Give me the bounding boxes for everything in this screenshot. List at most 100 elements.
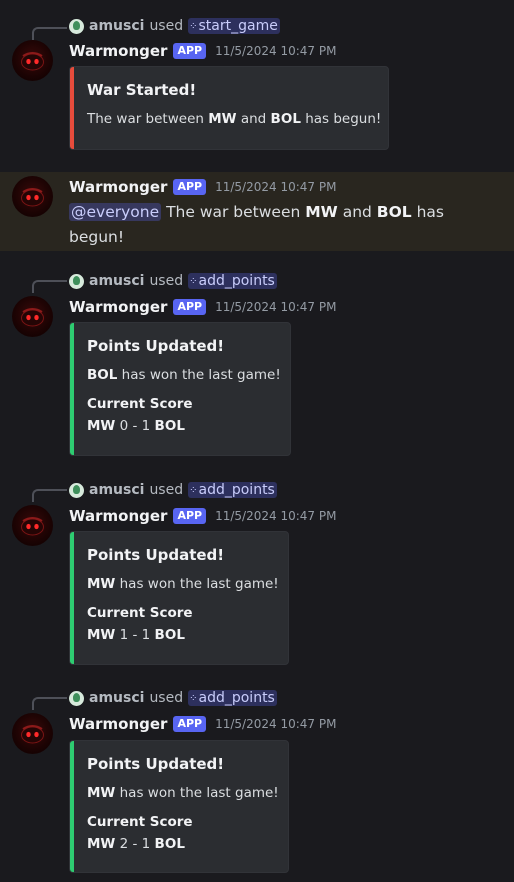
bot-avatar[interactable] <box>12 505 53 546</box>
invoker-name[interactable]: amusci <box>89 18 144 34</box>
embed-color-bar <box>70 323 74 455</box>
field-name: Current Score <box>87 605 193 621</box>
invoker-name[interactable]: amusci <box>89 482 144 498</box>
message-header: Warmonger APP 11/5/2024 10:47 PM <box>69 714 336 734</box>
embed-color-bar <box>70 532 74 664</box>
author-name[interactable]: Warmonger <box>69 507 167 525</box>
score-value: MW 1 - 1 BOL <box>87 627 185 643</box>
user-avatar-small[interactable] <box>69 690 84 706</box>
command-chip[interactable]: ⁘ start_game <box>188 18 280 34</box>
winner-text: has won the last game! <box>115 785 279 801</box>
score-team-b: BOL <box>154 418 185 434</box>
message-header: Warmonger APP 11/5/2024 10:47 PM <box>69 177 336 197</box>
timestamp[interactable]: 11/5/2024 10:47 PM <box>215 300 336 314</box>
score-team-a: MW <box>87 418 116 434</box>
score-text: 0 - 1 <box>115 418 155 434</box>
slash-command-icon: ⁘ <box>189 484 197 496</box>
used-label: used <box>149 18 184 34</box>
app-badge: APP <box>173 43 207 59</box>
author-name[interactable]: Warmonger <box>69 715 167 733</box>
user-avatar-small[interactable] <box>69 482 84 498</box>
bot-face-icon <box>21 52 44 71</box>
message-content: @everyone The war between MW and BOL has… <box>69 200 499 250</box>
score-team-b: BOL <box>154 627 185 643</box>
message-points-updated: amusci used ⁘ add_points Warmonger APP 11… <box>0 263 514 463</box>
text-mid: and <box>337 203 377 221</box>
bot-face-icon <box>21 308 44 327</box>
embed-color-bar <box>70 741 74 872</box>
user-avatar-small[interactable] <box>69 18 84 34</box>
team-a: MW <box>208 111 237 127</box>
command-reply[interactable]: amusci used ⁘ add_points <box>69 481 277 499</box>
field-name: Current Score <box>87 814 193 830</box>
winner-team: MW <box>87 576 116 592</box>
embed-color-bar <box>70 67 74 149</box>
slash-command-icon: ⁘ <box>189 692 197 704</box>
author-name[interactable]: Warmonger <box>69 42 167 60</box>
score-team-a: MW <box>87 836 116 852</box>
command-name: add_points <box>198 482 275 498</box>
bot-avatar[interactable] <box>12 40 53 81</box>
timestamp[interactable]: 11/5/2024 10:47 PM <box>215 180 336 194</box>
bot-avatar[interactable] <box>12 296 53 337</box>
bot-avatar[interactable] <box>12 713 53 754</box>
bot-avatar[interactable] <box>12 176 53 217</box>
command-name: add_points <box>198 690 275 706</box>
app-badge: APP <box>173 716 207 732</box>
embed-card: Points Updated! MW has won the last game… <box>69 531 289 665</box>
score-text: 2 - 1 <box>115 836 155 852</box>
slash-command-icon: ⁘ <box>189 20 197 32</box>
embed-title: Points Updated! <box>87 755 225 773</box>
bot-face-icon <box>21 725 44 744</box>
reply-connector <box>32 697 67 710</box>
embed-title: Points Updated! <box>87 337 225 355</box>
embed-card: Points Updated! MW has won the last game… <box>69 740 289 873</box>
everyone-mention[interactable]: @everyone <box>69 203 162 221</box>
message-header: Warmonger APP 11/5/2024 10:47 PM <box>69 297 336 317</box>
embed-description: MW has won the last game! <box>87 785 279 801</box>
command-reply[interactable]: amusci used ⁘ start_game <box>69 17 280 35</box>
command-chip[interactable]: ⁘ add_points <box>188 690 277 706</box>
score-value: MW 0 - 1 BOL <box>87 418 185 434</box>
author-name[interactable]: Warmonger <box>69 178 167 196</box>
timestamp[interactable]: 11/5/2024 10:47 PM <box>215 509 336 523</box>
embed-description: BOL has won the last game! <box>87 367 281 383</box>
invoker-name[interactable]: amusci <box>89 273 144 289</box>
command-reply[interactable]: amusci used ⁘ add_points <box>69 689 277 707</box>
message-header: Warmonger APP 11/5/2024 10:47 PM <box>69 41 336 61</box>
command-chip[interactable]: ⁘ add_points <box>188 482 277 498</box>
bot-face-icon <box>21 517 44 536</box>
app-badge: APP <box>173 508 207 524</box>
embed-description: The war between MW and BOL has begun! <box>87 111 381 127</box>
user-avatar-small[interactable] <box>69 273 84 289</box>
score-value: MW 2 - 1 BOL <box>87 836 185 852</box>
desc-prefix: The war between <box>87 111 209 127</box>
winner-team: MW <box>87 785 116 801</box>
team-b: BOL <box>270 111 301 127</box>
used-label: used <box>149 690 184 706</box>
timestamp[interactable]: 11/5/2024 10:47 PM <box>215 717 336 731</box>
team-b: BOL <box>376 203 412 221</box>
winner-text: has won the last game! <box>117 367 281 383</box>
text-prefix: The war between <box>161 203 306 221</box>
timestamp[interactable]: 11/5/2024 10:47 PM <box>215 44 336 58</box>
embed-description: MW has won the last game! <box>87 576 279 592</box>
used-label: used <box>149 273 184 289</box>
command-reply[interactable]: amusci used ⁘ add_points <box>69 272 277 290</box>
winner-text: has won the last game! <box>115 576 279 592</box>
embed-card: Points Updated! BOL has won the last gam… <box>69 322 291 456</box>
message-everyone-mention: Warmonger APP 11/5/2024 10:47 PM @everyo… <box>0 172 514 251</box>
reply-connector <box>32 27 67 40</box>
message-header: Warmonger APP 11/5/2024 10:47 PM <box>69 506 336 526</box>
command-name: start_game <box>198 18 278 34</box>
score-text: 1 - 1 <box>115 627 155 643</box>
message-war-started: amusci used ⁘ start_game Warmonger APP 11… <box>0 0 514 160</box>
used-label: used <box>149 482 184 498</box>
command-chip[interactable]: ⁘ add_points <box>188 273 277 289</box>
invoker-name[interactable]: amusci <box>89 690 144 706</box>
app-badge: APP <box>173 299 207 315</box>
embed-title: Points Updated! <box>87 546 225 564</box>
desc-mid: and <box>236 111 271 127</box>
bot-face-icon <box>21 188 44 207</box>
author-name[interactable]: Warmonger <box>69 298 167 316</box>
